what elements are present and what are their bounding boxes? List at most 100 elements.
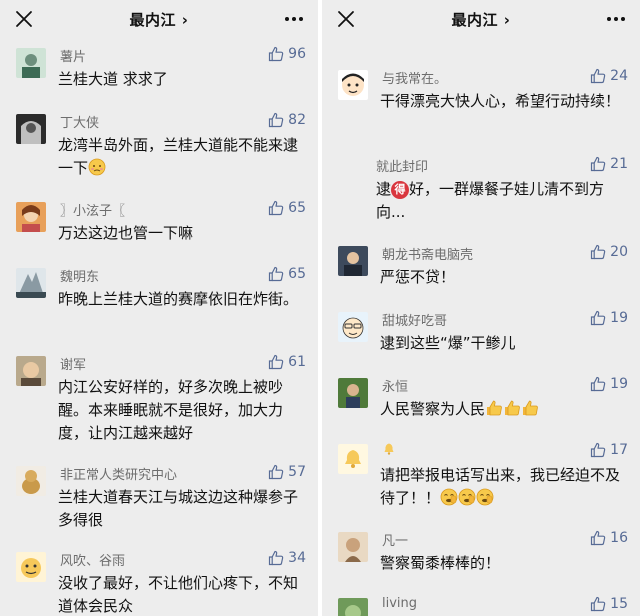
more-icon[interactable]: [282, 8, 306, 30]
comment-text: 没收了最好，不让他们心疼下，不知道体会民众: [58, 574, 299, 615]
avatar[interactable]: [16, 268, 46, 298]
comment-text-start: 逮: [376, 180, 392, 198]
thumbs-up-icon: [590, 68, 606, 84]
avatar[interactable]: [16, 48, 46, 78]
like-button[interactable]: 65: [268, 198, 306, 218]
commenter-name[interactable]: 甜城好吃哥: [382, 310, 447, 329]
commenter-name[interactable]: 薯片: [60, 46, 86, 65]
commenter-name[interactable]: 非正常人类研究中心: [60, 464, 177, 483]
thumbs-up-icon: [590, 244, 606, 260]
like-count: 20: [610, 244, 628, 260]
like-button[interactable]: 34: [268, 548, 306, 568]
comments-panel-right: 最内江 › 与我常在。 24 干得漂亮大快人心，希望行动持续！ 就此封印 21 …: [322, 0, 640, 616]
thumbs-up-icon: [268, 266, 284, 282]
avatar[interactable]: [16, 552, 46, 582]
top-bar: 最内江 ›: [322, 0, 640, 38]
comment-text-rest: 好，一群爆餐子娃儿清不到方向...: [376, 180, 605, 221]
like-button[interactable]: 96: [268, 44, 306, 64]
like-button[interactable]: 19: [590, 308, 628, 328]
like-button[interactable]: 82: [268, 110, 306, 130]
thumbs-up-emoji: [521, 399, 539, 417]
thumbs-up-icon: [590, 156, 606, 172]
comment-text: 请把举报电话写出来，我已经迫不及待了！！: [380, 464, 626, 510]
commenter-name[interactable]: living: [382, 596, 417, 611]
comment-text: 严惩不贷！: [380, 268, 456, 286]
like-button[interactable]: 24: [590, 66, 628, 86]
avatar[interactable]: [16, 202, 46, 232]
page-title[interactable]: 最内江 ›: [0, 9, 318, 30]
comment-text: 人民警察为人民: [380, 398, 626, 421]
like-count: 61: [288, 354, 306, 370]
avatar[interactable]: [338, 246, 368, 276]
commenter-name[interactable]: 就此封印: [376, 156, 428, 175]
thumbs-up-icon: [268, 550, 284, 566]
thumbs-up-emoji: [485, 399, 503, 417]
avatar[interactable]: [338, 70, 368, 100]
avatar[interactable]: [338, 532, 368, 562]
like-button[interactable]: 57: [268, 462, 306, 482]
avatar[interactable]: [16, 356, 46, 386]
like-count: 82: [288, 112, 306, 128]
like-count: 65: [288, 200, 306, 216]
avatar[interactable]: [338, 378, 368, 408]
like-button[interactable]: 19: [590, 374, 628, 394]
thumbs-up-icon: [268, 46, 284, 62]
thumbs-up-emoji: [503, 399, 521, 417]
comment-text: 内江公安好样的，好多次晚上被吵醒。本来睡眠就不是很好，加大力度，让内江越来越好: [58, 378, 284, 442]
comment-text: 兰桂大道 求求了: [58, 70, 168, 88]
like-button[interactable]: 16: [590, 528, 628, 548]
de-badge-icon: 得: [391, 181, 410, 199]
commenter-name[interactable]: 凡一: [382, 530, 408, 549]
comment-text: 兰桂大道春天江与城这边这种爆参子多得很: [58, 488, 299, 529]
like-button[interactable]: 21: [590, 154, 628, 174]
facepalm-emoji: [458, 488, 476, 506]
like-count: 96: [288, 46, 306, 62]
comment-text: 万达这边也管一下嘛: [58, 224, 194, 242]
avatar[interactable]: [338, 598, 368, 616]
like-button[interactable]: 17: [590, 440, 628, 460]
commenter-name[interactable]: 丁大侠: [60, 112, 99, 131]
like-count: 19: [610, 310, 628, 326]
like-count: 57: [288, 464, 306, 480]
more-icon[interactable]: [604, 8, 628, 30]
commenter-name[interactable]: 谢军: [60, 354, 86, 373]
facepalm-emoji: [440, 488, 458, 506]
thumbs-up-icon: [590, 596, 606, 612]
like-button[interactable]: 61: [268, 352, 306, 372]
like-count: 15: [610, 596, 628, 612]
avatar[interactable]: [338, 444, 368, 474]
comment-text-content: 人民警察为人民: [380, 400, 486, 418]
thumbs-up-icon: [590, 530, 606, 546]
page-title[interactable]: 最内江 ›: [322, 9, 640, 30]
thumbs-up-icon: [268, 200, 284, 216]
awkward-emoji: [88, 158, 106, 176]
commenter-name[interactable]: 风吹、谷雨: [60, 550, 125, 569]
like-button[interactable]: 65: [268, 264, 306, 284]
commenter-name[interactable]: 永恒: [382, 376, 408, 395]
comment-text: 昨晚上兰桂大道的赛摩依旧在炸街。: [58, 290, 299, 308]
like-count: 17: [610, 442, 628, 458]
avatar[interactable]: [338, 312, 368, 342]
thumbs-up-icon: [268, 464, 284, 480]
like-count: 65: [288, 266, 306, 282]
comment-text-content: 请把举报电话写出来，我已经迫不及待了！！: [380, 466, 621, 507]
commenter-name[interactable]: 与我常在。: [382, 68, 447, 87]
avatar[interactable]: [16, 114, 46, 144]
top-bar: 最内江 ›: [0, 0, 318, 38]
commenter-name[interactable]: [382, 442, 396, 460]
comments-panel-left: 最内江 › 薯片 96 兰桂大道 求求了 丁大侠 82 龙湾半岛外面，兰桂大道能…: [0, 0, 318, 616]
comment-text: 逮得好，一群爆餐子娃儿清不到方向...: [376, 178, 622, 224]
thumbs-up-icon: [590, 376, 606, 392]
like-count: 24: [610, 68, 628, 84]
comment-text: 干得漂亮大快人心，希望行动持续！: [380, 92, 621, 110]
commenter-name[interactable]: 〗小泫子〖: [60, 200, 125, 219]
commenter-name[interactable]: 朝龙书斋电脑壳: [382, 244, 473, 263]
bell-icon: [384, 443, 394, 455]
thumbs-up-icon: [268, 354, 284, 370]
facepalm-emoji: [476, 488, 494, 506]
like-button[interactable]: 15: [590, 594, 628, 614]
commenter-name[interactable]: 魏明东: [60, 266, 99, 285]
comment-text: 龙湾半岛外面，兰桂大道能不能来逮一下: [58, 134, 304, 180]
like-button[interactable]: 20: [590, 242, 628, 262]
avatar[interactable]: [16, 466, 46, 496]
